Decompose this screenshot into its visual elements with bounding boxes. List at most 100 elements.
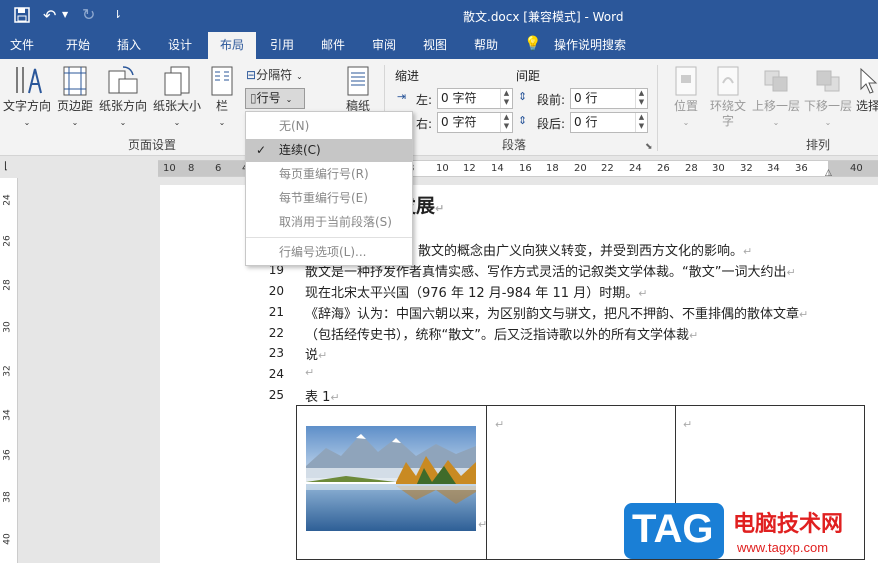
menu-item-restart-each-page[interactable]: 每页重编行号(R) xyxy=(246,163,412,186)
breaks-button[interactable]: ⊟分隔符 ⌄ xyxy=(246,66,303,83)
title-bar: ↶ ▼ ↻ ⇂ 散文.docx [兼容模式] - Word xyxy=(0,0,878,32)
spinner-icon[interactable]: ▲ ▼ xyxy=(635,113,647,132)
tab-insert[interactable]: 插入 xyxy=(107,32,151,59)
ruler-corner: ⌊ xyxy=(0,160,18,177)
undo-icon[interactable]: ↶ xyxy=(43,6,56,25)
margins-icon xyxy=(63,66,87,96)
document-line[interactable]: 《辞海》认为：中国六朝以来，为区别韵文与骈文，把凡不押韵、不重排偶的散体文章↵ xyxy=(305,303,808,322)
ruler-tick-label: 38 xyxy=(2,491,13,503)
spinner-icon[interactable]: ▲ ▼ xyxy=(500,89,512,108)
tab-help[interactable]: 帮助 xyxy=(464,32,508,59)
watermark-logo: TAG xyxy=(624,503,724,559)
line-number: 20 xyxy=(268,284,284,298)
line-number: 22 xyxy=(268,326,284,340)
tab-file[interactable]: 文件 xyxy=(0,32,44,59)
paragraph-mark: ↵ xyxy=(305,366,315,379)
mountain-lake-photo[interactable] xyxy=(306,426,476,531)
page-setup-group-label: 页面设置 xyxy=(128,138,177,152)
text-direction-button[interactable]: 文字方向 ⌄ xyxy=(2,65,52,130)
menu-item-line-numbering-options[interactable]: 行编号选项(L)... xyxy=(246,241,412,264)
dialog-launcher-icon[interactable]: ⬊ xyxy=(645,142,653,152)
tab-references[interactable]: 引用 xyxy=(260,32,304,59)
spinner-icon[interactable]: ▲ ▼ xyxy=(635,89,647,108)
ruler-tick-label: 6 xyxy=(215,163,222,174)
document-line[interactable]: （包括经传史书），统称“散文”。后又泛指诗歌以外的所有文学体裁↵ xyxy=(305,324,698,343)
indent-label: 缩进 xyxy=(395,69,420,83)
save-icon[interactable] xyxy=(14,7,30,26)
orientation-button[interactable]: 纸张方向 ⌄ xyxy=(97,65,149,130)
spacing-after-input[interactable]: 0 行 ▲ ▼ xyxy=(570,112,648,133)
ruler-tick-label: 16 xyxy=(519,163,532,174)
select-button[interactable]: 选择 xyxy=(856,65,878,114)
indent-right-input[interactable]: 0 字符 ▲ ▼ xyxy=(437,112,513,133)
customize-icon[interactable]: ⇂ xyxy=(113,8,122,21)
tab-review[interactable]: 审阅 xyxy=(362,32,406,59)
tab-design[interactable]: 设计 xyxy=(158,32,202,59)
paragraph-mark: ↵ xyxy=(330,391,340,404)
ruler-tick-label: 34 xyxy=(2,409,13,421)
paragraph-mark: ↵ xyxy=(799,308,809,321)
paragraph-group-label: 段落 xyxy=(502,138,527,152)
tab-mailings[interactable]: 邮件 xyxy=(311,32,355,59)
spinner-icon[interactable]: ▲ ▼ xyxy=(500,113,512,132)
manuscript-button[interactable]: 稿纸 xyxy=(340,65,376,114)
right-indent-marker-icon[interactable]: △ xyxy=(825,168,832,178)
paragraph-mark: ↵ xyxy=(318,349,328,362)
bring-forward-button[interactable]: 上移一层 ⌄ xyxy=(750,65,802,130)
menu-item-suppress-current-paragraph[interactable]: 取消用于当前段落(S) xyxy=(246,211,412,234)
tab-home[interactable]: 开始 xyxy=(56,32,100,59)
tab-layout[interactable]: 布局 xyxy=(208,32,256,59)
document-line[interactable]: 散文的概念由广义向狭义转变，并受到西方文化的影响。↵ xyxy=(418,240,752,259)
size-button[interactable]: 纸张大小 ⌄ xyxy=(151,65,203,130)
spacing-before-input[interactable]: 0 行 ▲ ▼ xyxy=(570,88,648,109)
margins-button[interactable]: 页边距 ⌄ xyxy=(54,65,96,130)
ruler-tick-label: 28 xyxy=(685,163,698,174)
line-numbers-menu: 无(N) ✓ 连续(C) 每页重编行号(R) 每节重编行号(E) 取消用于当前段落… xyxy=(245,111,413,266)
breaks-icon: ⊟ xyxy=(246,68,257,82)
spacing-after-icon: ⇕ xyxy=(518,114,528,127)
paragraph-mark: ↵ xyxy=(786,266,796,279)
ruler-tick-label: 32 xyxy=(740,163,753,174)
columns-button[interactable]: 栏 ⌄ xyxy=(208,65,236,130)
wrap-text-button[interactable]: 环绕文字 xyxy=(708,65,748,129)
send-backward-icon xyxy=(816,70,840,92)
ruler-tick-label: 10 xyxy=(163,163,176,174)
document-line[interactable]: 现在北宋太平兴国（976 年 12 月-984 年 11 月）时期。↵ xyxy=(305,282,647,301)
menu-item-restart-each-section[interactable]: 每节重编行号(E) xyxy=(246,187,412,210)
ruler-tick-label: 12 xyxy=(463,163,476,174)
line-number: 25 xyxy=(268,388,284,402)
ruler-tick-label: 36 xyxy=(2,449,13,461)
checkmark-icon: ✓ xyxy=(256,143,267,157)
undo-dropdown-icon[interactable]: ▼ xyxy=(62,10,68,19)
ruler-tick-label: 24 xyxy=(629,163,642,174)
text-direction-icon xyxy=(16,67,42,94)
redo-icon[interactable]: ↻ xyxy=(82,5,95,24)
ruler-tick-label: 28 xyxy=(2,279,13,291)
ruler-tick-label: 14 xyxy=(491,163,504,174)
spacing-before-icon: ⇕ xyxy=(518,90,528,103)
document-line[interactable]: ↵ xyxy=(305,365,314,380)
tab-stop-icon[interactable]: ⌊ xyxy=(4,161,8,172)
ruler-tick-label: 26 xyxy=(657,163,670,174)
page-size-icon xyxy=(164,66,190,96)
indent-left-icon: ⇥ xyxy=(397,90,407,103)
ribbon-tab-bar: 文件 开始 插入 设计 布局 引用 邮件 审阅 视图 帮助 💡 操作说明搜索 xyxy=(0,32,878,59)
document-line[interactable]: 说↵ xyxy=(305,344,327,363)
send-backward-button[interactable]: 下移一层 ⌄ xyxy=(802,65,854,130)
watermark-url: www.tagxp.com xyxy=(737,540,829,555)
menu-item-none[interactable]: 无(N) xyxy=(246,115,412,138)
menu-item-continuous[interactable]: ✓ 连续(C) xyxy=(246,139,412,162)
ruler-tick-label: 40 xyxy=(850,163,863,174)
line-number: 24 xyxy=(268,367,284,381)
ruler-tick-label: 34 xyxy=(767,163,780,174)
ruler-tick-label: 20 xyxy=(574,163,587,174)
document-line[interactable]: 表 1↵ xyxy=(305,386,340,405)
tab-view[interactable]: 视图 xyxy=(413,32,457,59)
ruler-tick-label: 40 xyxy=(2,533,13,545)
line-numbers-button[interactable]: ▯行号 ⌄ xyxy=(245,88,305,109)
tell-me-search[interactable]: 操作说明搜索 xyxy=(548,32,632,59)
vertical-ruler[interactable]: 24 26 28 30 32 34 36 38 40 xyxy=(0,178,18,563)
ruler-tick-label: 32 xyxy=(2,365,13,377)
position-button[interactable]: 位置 ⌄ xyxy=(664,65,708,130)
indent-left-input[interactable]: 0 字符 ▲ ▼ xyxy=(437,88,513,109)
